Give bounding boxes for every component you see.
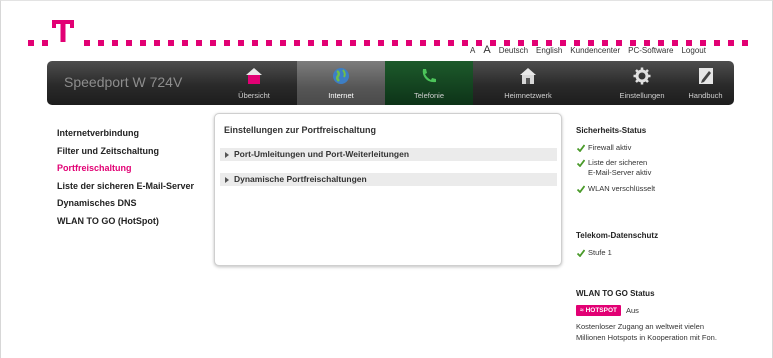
nav-item-einstellungen[interactable]: Einstellungen [607,61,677,105]
magenta-dot [168,40,174,46]
security-status: Sicherheits-Status Firewall aktiv Liste … [576,126,655,194]
main-navbar: Speedport W 724V Übersicht Internet Tele… [47,61,734,105]
magenta-dot [336,40,342,46]
nav-item-label: Internet [328,91,354,100]
left-menu: Internetverbindung Filter und Zeitschalt… [57,125,194,230]
magenta-dot [238,40,244,46]
magenta-dot [714,40,720,46]
device-name: Speedport W 724V [64,74,183,90]
font-size-small-link[interactable]: A [470,46,475,55]
manual-icon [698,68,713,84]
magenta-dot [140,40,146,46]
language-english-link[interactable]: English [536,46,562,55]
privacy-heading: Telekom-Datenschutz [576,231,659,240]
globe-icon [333,68,349,84]
checkmark-icon [577,249,585,257]
magenta-dot [84,40,90,46]
phone-icon [422,69,436,83]
magenta-dot [364,40,370,46]
checkmark-icon [577,185,585,193]
hotspot-status: Aus [626,306,639,315]
magenta-dot [742,40,748,46]
privacy-item: Stufe 1 [576,248,658,258]
wifi-icon: ≈ [580,307,584,314]
magenta-dot [392,40,398,46]
accordion-label: Dynamische Portfreischaltungen [234,174,367,184]
left-menu-item-internetverbindung[interactable]: Internetverbindung [57,125,194,143]
left-menu-item-portfreischaltung[interactable]: Portfreischaltung [57,160,194,178]
triangle-right-icon [225,176,229,183]
magenta-dot [728,40,734,46]
kundencenter-link[interactable]: Kundencenter [570,46,620,55]
hotspot-badge[interactable]: ≈ HOTSPOT [576,305,621,316]
checkmark-icon [577,144,585,152]
magenta-dot [210,40,216,46]
magenta-dot [280,40,286,46]
magenta-dot [28,40,34,46]
font-size-large-link[interactable]: A [483,44,490,56]
magenta-dot [266,40,272,46]
accordion-dynamic-ports[interactable]: Dynamische Portfreischaltungen [220,173,557,186]
security-item: Firewall aktiv [576,143,655,153]
nav-item-telefonie[interactable]: Telefonie [385,61,473,105]
magenta-dot [406,40,412,46]
security-item: Liste der sicheren E-Mail-Server aktiv [576,158,655,178]
home-network-icon [520,68,536,84]
nav-item-label: Telefonie [413,91,445,100]
gear-icon [633,67,651,85]
nav-item-label: Einstellungen [619,91,665,100]
content-panel: Einstellungen zur Portfreischaltung Port… [214,113,562,266]
magenta-dot [322,40,328,46]
nav-item-handbuch[interactable]: Handbuch [677,61,734,105]
magenta-dot [196,40,202,46]
nav-item-label: Übersicht [238,91,270,100]
triangle-right-icon [225,151,229,158]
magenta-dot [434,40,440,46]
privacy-status: Telekom-Datenschutz Stufe 1 [576,231,658,258]
logout-link[interactable]: Logout [681,46,705,55]
nav-item-heimnetzwerk[interactable]: Heimnetzwerk [473,61,583,105]
magenta-dot [112,40,118,46]
checkmark-icon [577,159,585,167]
wlan-to-go-status: WLAN TO GO Status ≈ HOTSPOT Aus Kostenlos… [576,289,717,343]
wlan-to-go-heading: WLAN TO GO Status [576,289,655,298]
nav-item-uebersicht[interactable]: Übersicht [211,61,297,105]
magenta-dot [308,40,314,46]
left-menu-item-filter[interactable]: Filter und Zeitschaltung [57,143,194,161]
nav-item-internet[interactable]: Internet [297,61,385,105]
pc-software-link[interactable]: PC-Software [628,46,673,55]
magenta-dot [126,40,132,46]
magenta-dot [42,40,48,46]
left-menu-item-wlan-to-go[interactable]: WLAN TO GO (HotSpot) [57,213,194,231]
language-deutsch-link[interactable]: Deutsch [499,46,528,55]
house-icon [246,68,262,84]
magenta-dot [252,40,258,46]
top-links: A A Deutsch English Kundencenter PC-Soft… [470,44,706,56]
magenta-dot [378,40,384,46]
accordion-label: Port-Umleitungen und Port-Weiterleitunge… [234,149,410,159]
magenta-dot [182,40,188,46]
magenta-dot [154,40,160,46]
magenta-dot [420,40,426,46]
magenta-dot [448,40,454,46]
left-menu-item-dynamic-dns[interactable]: Dynamisches DNS [57,195,194,213]
security-item: WLAN verschlüsselt [576,184,655,194]
magenta-dot [462,40,468,46]
accordion-port-forwarding[interactable]: Port-Umleitungen und Port-Weiterleitunge… [220,148,557,161]
hotspot-description: Kostenloser Zugang an weltweit vielen Mi… [576,322,717,342]
magenta-dot [294,40,300,46]
magenta-dot [350,40,356,46]
page-title: Einstellungen zur Portfreischaltung [224,125,377,135]
security-heading: Sicherheits-Status [576,126,647,135]
magenta-dot [98,40,104,46]
nav-item-label: Heimnetzwerk [504,91,552,100]
nav-item-label: Handbuch [688,91,723,100]
telekom-t-logo[interactable] [52,16,74,46]
left-menu-item-email-server[interactable]: Liste der sicheren E-Mail-Server [57,178,194,196]
magenta-dot [224,40,230,46]
